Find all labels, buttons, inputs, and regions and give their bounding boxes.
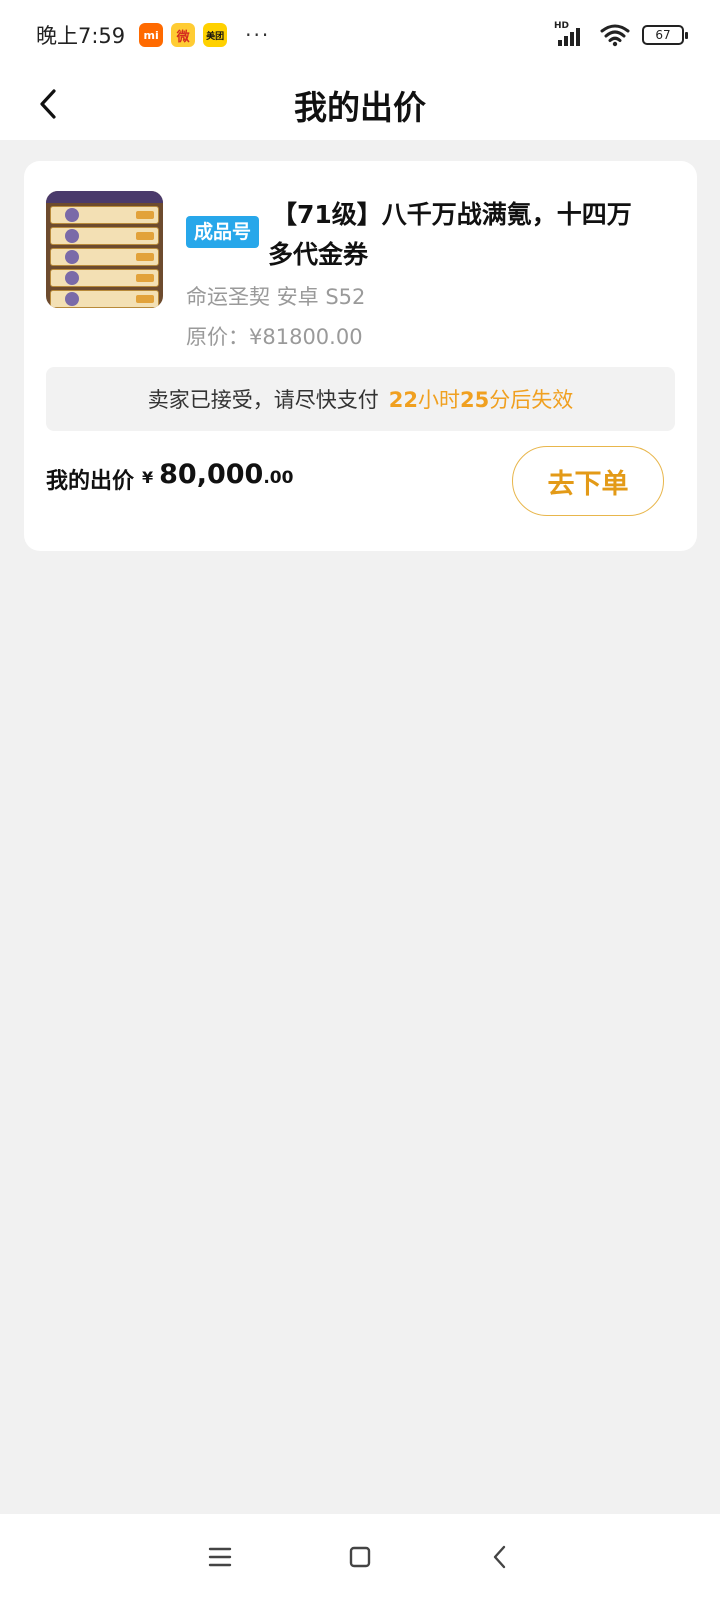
cellular-signal-icon: HD	[554, 21, 588, 48]
original-price: 原价：¥81800.00	[186, 325, 363, 349]
product-title[interactable]: 【71级】八千万战满氪，十四万 多代金券	[268, 195, 672, 275]
product-title-line1: 【71级】八千万战满氪，十四万	[272, 200, 632, 229]
offer-card[interactable]: 成品号 【71级】八千万战满氪，十四万 多代金券 命运圣契 安卓 S52 原价：…	[24, 161, 697, 551]
system-nav-bar	[0, 1514, 720, 1600]
square-home-icon	[349, 1546, 371, 1568]
recent-apps-button[interactable]	[196, 1533, 244, 1581]
my-offer-label: 我的出价	[46, 469, 135, 494]
menu-icon	[208, 1547, 232, 1567]
meituan-app-icon: 美团	[203, 23, 228, 47]
status-indicators: HD 67	[554, 21, 688, 48]
system-back-button[interactable]	[476, 1533, 524, 1581]
mi-app-icon: mi	[139, 23, 164, 47]
chevron-left-icon	[493, 1545, 506, 1569]
notice-text: 卖家已接受，请尽快支付	[147, 388, 379, 412]
wifi-icon	[600, 24, 630, 47]
my-offer-amount: ¥80,000.00	[142, 459, 294, 490]
battery-level: 67	[655, 28, 671, 42]
page: 晚上7:59 mi 微 美团 ··· HD 67 我的出价 成品号 【71级】八…	[0, 0, 720, 1600]
chevron-left-icon	[40, 89, 56, 119]
weibo-app-icon: 微	[171, 23, 196, 47]
product-thumbnail[interactable]	[46, 191, 163, 308]
page-header: 我的出价	[0, 70, 720, 140]
back-button[interactable]	[24, 80, 72, 128]
battery-icon: 67	[642, 25, 688, 45]
payment-notice: 卖家已接受，请尽快支付 22小时25分后失效	[46, 367, 675, 431]
product-type-badge: 成品号	[186, 216, 260, 248]
product-title-line2: 多代金券	[268, 240, 369, 269]
countdown-timer: 22小时25分后失效	[388, 388, 574, 412]
notification-icons: mi 微 美团	[131, 23, 228, 47]
product-meta: 命运圣契 安卓 S52	[186, 285, 366, 309]
page-title: 我的出价	[294, 88, 426, 127]
status-bar: 晚上7:59 mi 微 美团 ··· HD 67	[0, 0, 720, 70]
place-order-button[interactable]: 去下单	[512, 446, 664, 516]
more-notifications-icon: ···	[245, 23, 271, 47]
home-button[interactable]	[336, 1533, 384, 1581]
status-time: 晚上7:59	[36, 24, 126, 48]
